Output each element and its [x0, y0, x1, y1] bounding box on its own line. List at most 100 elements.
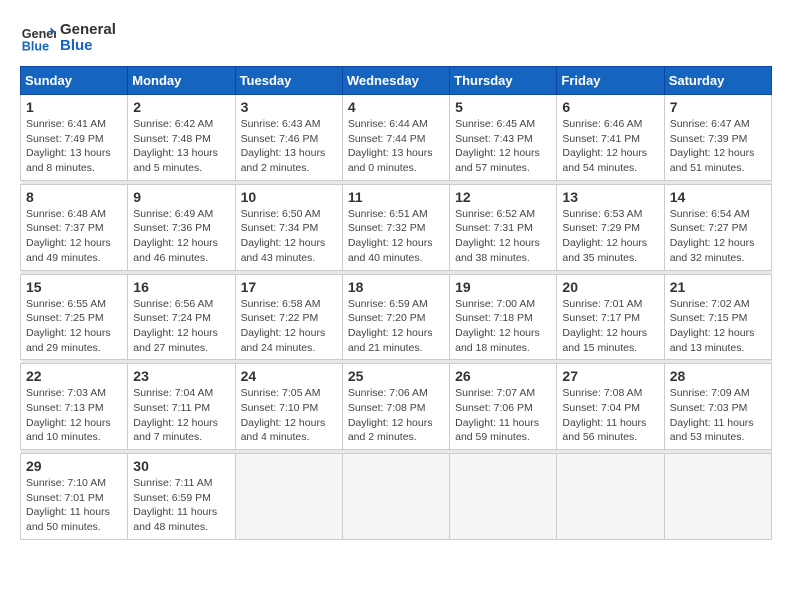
day-info: Sunrise: 6:49 AM Sunset: 7:36 PM Dayligh… — [133, 207, 229, 266]
day-number: 23 — [133, 368, 229, 384]
day-number: 18 — [348, 279, 444, 295]
calendar-day-cell: 19 Sunrise: 7:00 AM Sunset: 7:18 PM Dayl… — [450, 274, 557, 360]
day-number: 6 — [562, 99, 658, 115]
day-info: Sunrise: 7:11 AM Sunset: 6:59 PM Dayligh… — [133, 476, 229, 535]
calendar-table: SundayMondayTuesdayWednesdayThursdayFrid… — [20, 66, 772, 540]
day-number: 15 — [26, 279, 122, 295]
day-info: Sunrise: 6:41 AM Sunset: 7:49 PM Dayligh… — [26, 117, 122, 176]
weekday-header-tuesday: Tuesday — [235, 67, 342, 95]
calendar-day-cell: 8 Sunrise: 6:48 AM Sunset: 7:37 PM Dayli… — [21, 184, 128, 270]
day-number: 26 — [455, 368, 551, 384]
day-info: Sunrise: 6:52 AM Sunset: 7:31 PM Dayligh… — [455, 207, 551, 266]
day-info: Sunrise: 6:48 AM Sunset: 7:37 PM Dayligh… — [26, 207, 122, 266]
day-info: Sunrise: 6:59 AM Sunset: 7:20 PM Dayligh… — [348, 297, 444, 356]
day-number: 30 — [133, 458, 229, 474]
day-info: Sunrise: 6:44 AM Sunset: 7:44 PM Dayligh… — [348, 117, 444, 176]
day-number: 22 — [26, 368, 122, 384]
calendar-day-cell: 30 Sunrise: 7:11 AM Sunset: 6:59 PM Dayl… — [128, 454, 235, 540]
day-info: Sunrise: 6:46 AM Sunset: 7:41 PM Dayligh… — [562, 117, 658, 176]
day-info: Sunrise: 7:07 AM Sunset: 7:06 PM Dayligh… — [455, 386, 551, 445]
calendar-day-cell: 6 Sunrise: 6:46 AM Sunset: 7:41 PM Dayli… — [557, 95, 664, 181]
calendar-day-cell: 11 Sunrise: 6:51 AM Sunset: 7:32 PM Dayl… — [342, 184, 449, 270]
calendar-day-cell: 28 Sunrise: 7:09 AM Sunset: 7:03 PM Dayl… — [664, 364, 771, 450]
day-number: 25 — [348, 368, 444, 384]
calendar-day-cell: 10 Sunrise: 6:50 AM Sunset: 7:34 PM Dayl… — [235, 184, 342, 270]
calendar-day-cell: 15 Sunrise: 6:55 AM Sunset: 7:25 PM Dayl… — [21, 274, 128, 360]
page-header: General Blue General Blue — [20, 20, 772, 56]
calendar-day-cell: 23 Sunrise: 7:04 AM Sunset: 7:11 PM Dayl… — [128, 364, 235, 450]
calendar-week-row: 29 Sunrise: 7:10 AM Sunset: 7:01 PM Dayl… — [21, 454, 772, 540]
day-info: Sunrise: 6:54 AM Sunset: 7:27 PM Dayligh… — [670, 207, 766, 266]
day-number: 28 — [670, 368, 766, 384]
day-info: Sunrise: 6:56 AM Sunset: 7:24 PM Dayligh… — [133, 297, 229, 356]
day-info: Sunrise: 6:47 AM Sunset: 7:39 PM Dayligh… — [670, 117, 766, 176]
calendar-day-cell: 2 Sunrise: 6:42 AM Sunset: 7:48 PM Dayli… — [128, 95, 235, 181]
day-info: Sunrise: 6:50 AM Sunset: 7:34 PM Dayligh… — [241, 207, 337, 266]
weekday-header-friday: Friday — [557, 67, 664, 95]
day-number: 13 — [562, 189, 658, 205]
calendar-day-cell: 1 Sunrise: 6:41 AM Sunset: 7:49 PM Dayli… — [21, 95, 128, 181]
calendar-week-row: 1 Sunrise: 6:41 AM Sunset: 7:49 PM Dayli… — [21, 95, 772, 181]
calendar-day-cell: 22 Sunrise: 7:03 AM Sunset: 7:13 PM Dayl… — [21, 364, 128, 450]
weekday-header-row: SundayMondayTuesdayWednesdayThursdayFrid… — [21, 67, 772, 95]
day-info: Sunrise: 6:42 AM Sunset: 7:48 PM Dayligh… — [133, 117, 229, 176]
day-info: Sunrise: 6:53 AM Sunset: 7:29 PM Dayligh… — [562, 207, 658, 266]
calendar-day-cell: 4 Sunrise: 6:44 AM Sunset: 7:44 PM Dayli… — [342, 95, 449, 181]
calendar-day-cell: 13 Sunrise: 6:53 AM Sunset: 7:29 PM Dayl… — [557, 184, 664, 270]
day-info: Sunrise: 7:08 AM Sunset: 7:04 PM Dayligh… — [562, 386, 658, 445]
day-info: Sunrise: 6:58 AM Sunset: 7:22 PM Dayligh… — [241, 297, 337, 356]
calendar-day-cell — [664, 454, 771, 540]
day-info: Sunrise: 7:10 AM Sunset: 7:01 PM Dayligh… — [26, 476, 122, 535]
day-number: 1 — [26, 99, 122, 115]
day-number: 11 — [348, 189, 444, 205]
day-number: 24 — [241, 368, 337, 384]
day-number: 17 — [241, 279, 337, 295]
day-number: 19 — [455, 279, 551, 295]
day-info: Sunrise: 7:06 AM Sunset: 7:08 PM Dayligh… — [348, 386, 444, 445]
day-info: Sunrise: 6:55 AM Sunset: 7:25 PM Dayligh… — [26, 297, 122, 356]
day-number: 9 — [133, 189, 229, 205]
day-info: Sunrise: 7:03 AM Sunset: 7:13 PM Dayligh… — [26, 386, 122, 445]
day-number: 10 — [241, 189, 337, 205]
calendar-day-cell: 26 Sunrise: 7:07 AM Sunset: 7:06 PM Dayl… — [450, 364, 557, 450]
calendar-week-row: 22 Sunrise: 7:03 AM Sunset: 7:13 PM Dayl… — [21, 364, 772, 450]
calendar-day-cell: 12 Sunrise: 6:52 AM Sunset: 7:31 PM Dayl… — [450, 184, 557, 270]
day-info: Sunrise: 7:01 AM Sunset: 7:17 PM Dayligh… — [562, 297, 658, 356]
calendar-day-cell: 14 Sunrise: 6:54 AM Sunset: 7:27 PM Dayl… — [664, 184, 771, 270]
day-info: Sunrise: 6:51 AM Sunset: 7:32 PM Dayligh… — [348, 207, 444, 266]
day-info: Sunrise: 7:05 AM Sunset: 7:10 PM Dayligh… — [241, 386, 337, 445]
calendar-day-cell: 29 Sunrise: 7:10 AM Sunset: 7:01 PM Dayl… — [21, 454, 128, 540]
day-number: 20 — [562, 279, 658, 295]
day-number: 27 — [562, 368, 658, 384]
day-number: 21 — [670, 279, 766, 295]
day-info: Sunrise: 7:04 AM Sunset: 7:11 PM Dayligh… — [133, 386, 229, 445]
logo-icon: General Blue — [20, 20, 56, 56]
day-info: Sunrise: 7:09 AM Sunset: 7:03 PM Dayligh… — [670, 386, 766, 445]
weekday-header-saturday: Saturday — [664, 67, 771, 95]
day-number: 5 — [455, 99, 551, 115]
weekday-header-wednesday: Wednesday — [342, 67, 449, 95]
calendar-day-cell: 27 Sunrise: 7:08 AM Sunset: 7:04 PM Dayl… — [557, 364, 664, 450]
calendar-day-cell — [450, 454, 557, 540]
weekday-header-monday: Monday — [128, 67, 235, 95]
day-info: Sunrise: 6:45 AM Sunset: 7:43 PM Dayligh… — [455, 117, 551, 176]
calendar-day-cell — [557, 454, 664, 540]
calendar-day-cell — [235, 454, 342, 540]
calendar-day-cell: 16 Sunrise: 6:56 AM Sunset: 7:24 PM Dayl… — [128, 274, 235, 360]
calendar-day-cell: 21 Sunrise: 7:02 AM Sunset: 7:15 PM Dayl… — [664, 274, 771, 360]
day-number: 4 — [348, 99, 444, 115]
calendar-day-cell — [342, 454, 449, 540]
logo: General Blue General Blue — [20, 20, 116, 56]
day-number: 2 — [133, 99, 229, 115]
weekday-header-thursday: Thursday — [450, 67, 557, 95]
weekday-header-sunday: Sunday — [21, 67, 128, 95]
calendar-day-cell: 3 Sunrise: 6:43 AM Sunset: 7:46 PM Dayli… — [235, 95, 342, 181]
day-number: 29 — [26, 458, 122, 474]
day-info: Sunrise: 7:00 AM Sunset: 7:18 PM Dayligh… — [455, 297, 551, 356]
svg-text:Blue: Blue — [22, 40, 49, 54]
calendar-day-cell: 7 Sunrise: 6:47 AM Sunset: 7:39 PM Dayli… — [664, 95, 771, 181]
calendar-week-row: 15 Sunrise: 6:55 AM Sunset: 7:25 PM Dayl… — [21, 274, 772, 360]
calendar-week-row: 8 Sunrise: 6:48 AM Sunset: 7:37 PM Dayli… — [21, 184, 772, 270]
calendar-day-cell: 25 Sunrise: 7:06 AM Sunset: 7:08 PM Dayl… — [342, 364, 449, 450]
calendar-day-cell: 18 Sunrise: 6:59 AM Sunset: 7:20 PM Dayl… — [342, 274, 449, 360]
